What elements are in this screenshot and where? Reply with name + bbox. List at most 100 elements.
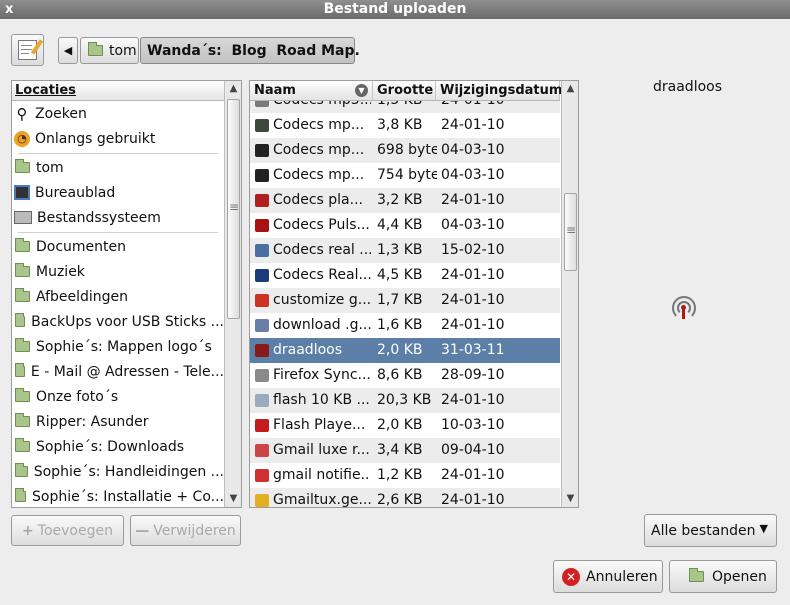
file-row[interactable]: Codecs mp... 3,8 KB 24-01-10 (250, 113, 560, 138)
file-rows: Codecs mp3... 1,5 KB 24-01-10 Codecs mp... 3… (250, 101, 560, 508)
file-size: 3,2 KB (377, 192, 423, 208)
cancel-button[interactable]: ✕ Annuleren (553, 560, 663, 593)
places-item[interactable]: Afbeeldingen (12, 284, 224, 309)
places-item[interactable]: Sophie´s: Downloads (12, 434, 224, 459)
places-item[interactable]: Muziek (12, 259, 224, 284)
file-row[interactable]: Codecs mp... 754 byte 04-03-10 (250, 163, 560, 188)
places-item-label: Onze foto´s (36, 388, 119, 405)
places-item[interactable]: Onze foto´s (12, 384, 224, 409)
file-row[interactable]: Codecs pla... 3,2 KB 24-01-10 (250, 188, 560, 213)
file-date: 24-01-10 (441, 292, 505, 308)
file-row[interactable]: Gmailtux.ge... 2,6 KB 24-01-10 (250, 488, 560, 508)
file-row[interactable]: customize g... 1,7 KB 24-01-10 (250, 288, 560, 313)
add-bookmark-button[interactable]: + Toevoegen (11, 515, 124, 546)
file-date: 04-03-10 (441, 167, 505, 183)
places-item[interactable]: BackUps voor USB Sticks ... (12, 309, 224, 334)
file-type-icon (255, 119, 269, 132)
file-name: Firefox Sync... (273, 367, 371, 383)
places-scrollbar[interactable]: ▲ ▼ (224, 81, 241, 507)
places-header[interactable]: Locaties (12, 81, 224, 101)
places-item[interactable]: Bestandssysteem (12, 205, 224, 230)
open-button-label: Openen (712, 568, 767, 585)
file-row[interactable]: draadloos 2,0 KB 31-03-11 (250, 338, 560, 363)
file-row[interactable]: flash 10 KB ... 20,3 KB 24-01-10 (250, 388, 560, 413)
files-scrollbar[interactable]: ▲ ▼ (561, 81, 578, 507)
folder-icon (15, 413, 30, 427)
file-size: 2,6 KB (377, 492, 423, 508)
places-item[interactable]: Ripper: Asunder (12, 409, 224, 434)
file-row[interactable]: Codecs mp3... 1,5 KB 24-01-10 (250, 101, 560, 113)
file-date: 24-01-10 (441, 192, 505, 208)
file-row[interactable]: Firefox Sync... 8,6 KB 28-09-10 (250, 363, 560, 388)
file-size: 8,6 KB (377, 367, 423, 383)
places-list: ⚲ Zoeken ◔ Onlangs gebruikt tom Bureaublad Bes… (12, 101, 224, 507)
places-item[interactable]: Sophie´s: Mappen logo´s (12, 334, 224, 359)
file-date: 24-01-10 (441, 267, 505, 283)
drive-icon (14, 211, 32, 224)
column-header-size[interactable]: Grootte (373, 81, 436, 101)
file-size: 754 byte (377, 167, 437, 183)
places-scroll-thumb[interactable] (227, 99, 240, 319)
files-scroll-thumb[interactable] (564, 193, 577, 271)
column-header-name[interactable]: Naam ▼ (250, 81, 373, 101)
places-item[interactable]: ◔ Onlangs gebruikt (12, 126, 224, 151)
path-home-button[interactable]: tom (80, 37, 139, 64)
file-filter-select[interactable]: Alle bestanden ▼ (644, 514, 777, 547)
places-item[interactable]: ⚲ Zoeken (12, 101, 224, 126)
places-item-label: Bestandssysteem (37, 209, 161, 226)
file-name: Codecs real ... (273, 242, 371, 258)
scroll-down-arrow[interactable]: ▼ (225, 491, 241, 507)
file-row[interactable]: download .g... 1,6 KB 24-01-10 (250, 313, 560, 338)
file-size: 4,5 KB (377, 267, 423, 283)
path-home-label: tom (109, 42, 137, 59)
folder-icon (15, 363, 25, 377)
file-name: customize g... (273, 292, 371, 308)
file-size: 2,0 KB (377, 342, 423, 358)
path-back-button[interactable]: ◀ (58, 37, 78, 64)
close-icon[interactable]: x (5, 0, 13, 19)
column-header-date[interactable]: Wijzigingsdatum (436, 81, 562, 101)
places-item[interactable]: tom (12, 155, 224, 180)
folder-icon (15, 463, 28, 477)
remove-icon: — (135, 522, 150, 539)
scroll-down-arrow[interactable]: ▼ (562, 491, 578, 507)
file-name: Codecs mp... (273, 142, 365, 158)
places-item-label: BackUps voor USB Sticks ... (31, 313, 224, 330)
places-item-label: Sophie´s: Installatie + Co... (32, 488, 224, 505)
file-row[interactable]: Gmail luxe r... 3,4 KB 09-04-10 (250, 438, 560, 463)
folder-icon (15, 288, 30, 302)
file-row[interactable]: gmail notifie... 1,2 KB 24-01-10 (250, 463, 560, 488)
open-folder-icon (689, 568, 704, 582)
places-item-label: Zoeken (35, 105, 87, 122)
places-item[interactable]: Bureaublad (12, 180, 224, 205)
path-current-button[interactable]: Wanda´s: Blog Road Map. (140, 37, 360, 64)
file-size: 1,5 KB (377, 101, 437, 113)
places-item[interactable]: Sophie´s: Handleidingen ... (12, 459, 224, 484)
file-row[interactable]: Flash Playe... 2,0 KB 10-03-10 (250, 413, 560, 438)
file-date: 10-03-10 (441, 417, 505, 433)
file-type-icon (255, 101, 269, 107)
desktop-icon (14, 185, 30, 200)
dropdown-arrow-icon: ▼ (759, 522, 768, 535)
places-item[interactable]: Sophie´s: Installatie + Co... (12, 484, 224, 507)
remove-bookmark-button[interactable]: — Verwijderen (130, 515, 241, 546)
file-row[interactable]: Codecs Real... 4,5 KB 24-01-10 (250, 263, 560, 288)
file-name: Codecs pla... (273, 192, 363, 208)
places-item[interactable]: Documenten (12, 234, 224, 259)
file-date: 31-03-11 (441, 342, 505, 358)
open-button[interactable]: Openen (669, 560, 777, 593)
scroll-up-arrow[interactable]: ▲ (225, 81, 241, 97)
scroll-up-arrow[interactable]: ▲ (562, 81, 578, 97)
preview-label: draadloos (653, 79, 723, 95)
places-item[interactable]: E - Mail @ Adressen - Tele... (12, 359, 224, 384)
places-separator (18, 153, 218, 154)
file-size: 1,2 KB (377, 467, 423, 483)
file-type-icon (255, 369, 269, 382)
file-row[interactable]: Codecs mp... 698 byte 04-03-10 (250, 138, 560, 163)
file-row[interactable]: Codecs real ... 1,3 KB 15-02-10 (250, 238, 560, 263)
type-location-button[interactable] (11, 34, 44, 66)
file-filter-value: Alle bestanden (651, 522, 756, 539)
file-name: Codecs mp... (273, 167, 365, 183)
file-name: download .g... (273, 317, 371, 333)
file-row[interactable]: Codecs Puls... 4,4 KB 04-03-10 (250, 213, 560, 238)
